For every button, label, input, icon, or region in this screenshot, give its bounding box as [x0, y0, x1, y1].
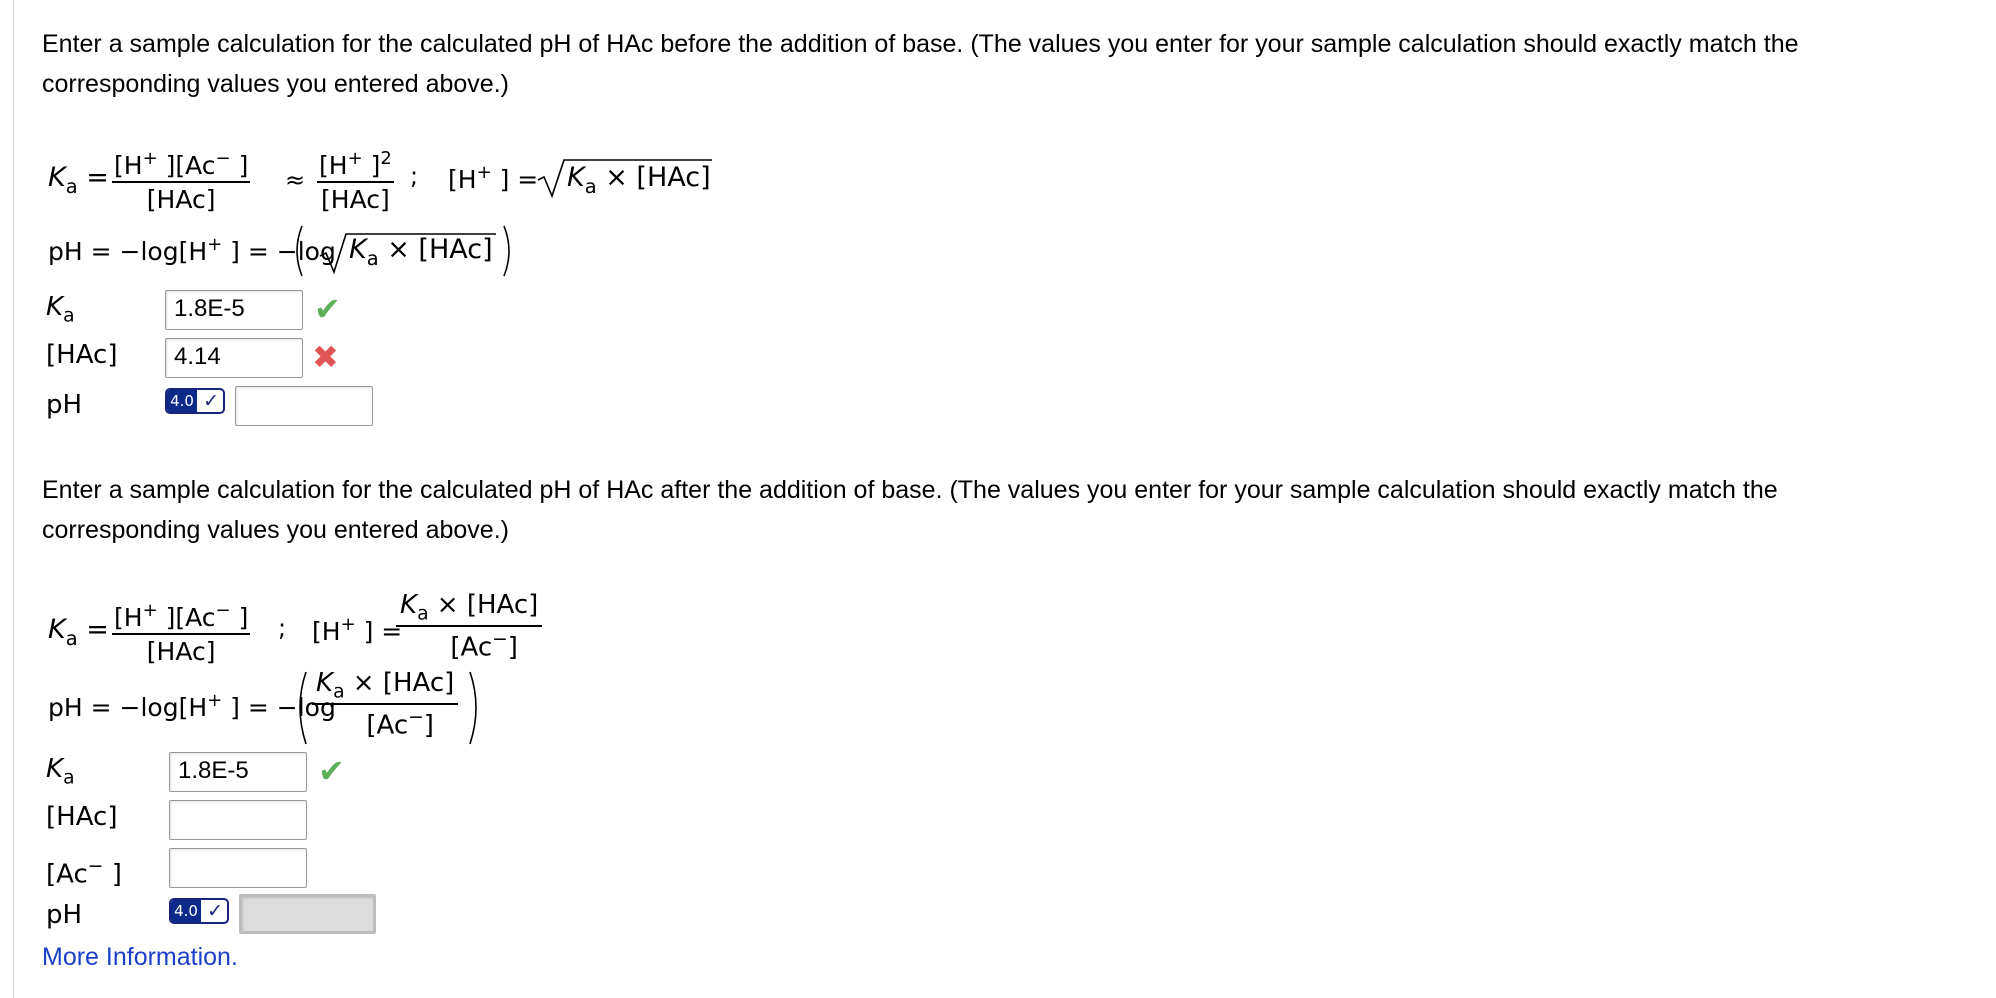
section1-hac-label: [HAc]: [46, 340, 118, 370]
sig-figs-badge[interactable]: 4.0 ✓: [169, 898, 229, 924]
incorrect-x-icon: ✖: [312, 338, 339, 376]
section1-hac-input[interactable]: 4.14: [165, 338, 303, 378]
section1-ph-label: pH: [46, 390, 83, 420]
section2-hac-input[interactable]: [169, 800, 307, 840]
section2-ka-input[interactable]: 1.8E-5: [169, 752, 307, 792]
section1-instructions: Enter a sample calculation for the calcu…: [42, 30, 1799, 98]
correct-check-icon: ✔: [314, 290, 341, 328]
checkmark-icon: ✓: [207, 900, 223, 922]
sig-figs-value: 4.0: [167, 390, 197, 412]
section1-ka-label: Ka: [46, 292, 75, 327]
correct-check-icon: ✔: [318, 752, 345, 790]
checkmark-icon: ✓: [203, 390, 219, 412]
section2-ph-input: [239, 894, 376, 934]
section2-ph-label: pH: [46, 900, 83, 930]
section1-ka-input[interactable]: 1.8E-5: [165, 290, 303, 330]
section2-instructions: Enter a sample calculation for the calcu…: [42, 476, 1778, 544]
section2-hac-label: [HAc]: [46, 802, 118, 832]
section2-ka-label: Ka: [46, 754, 75, 789]
sig-figs-value: 4.0: [171, 900, 201, 922]
section2-ac-input[interactable]: [169, 848, 307, 888]
section1-ph-input[interactable]: [235, 386, 373, 426]
section2-ac-label: [Ac− ]: [46, 856, 122, 890]
sig-figs-badge[interactable]: 4.0 ✓: [165, 388, 225, 414]
more-information-link[interactable]: More Information.: [42, 943, 238, 972]
